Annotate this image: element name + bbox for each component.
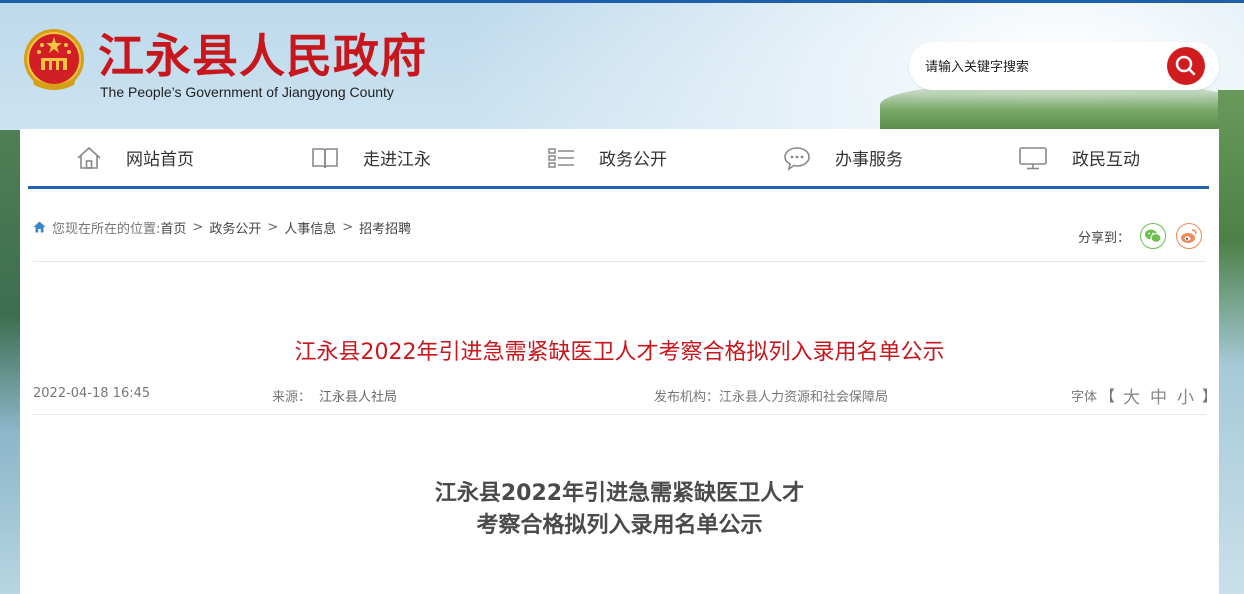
nav-label: 办事服务 <box>835 150 903 170</box>
article-publisher: 发布机构：江永县人力资源和社会保障局 <box>654 386 888 405</box>
breadcrumb-item-home[interactable]: 首页 <box>160 218 186 237</box>
nav-item-services[interactable]: 办事服务 <box>783 129 903 186</box>
chat-icon <box>784 146 810 171</box>
home-icon <box>33 221 46 233</box>
font-size-switcher: 字体 【 大 中 小 】 <box>1071 383 1220 408</box>
home-icon <box>77 146 101 169</box>
breadcrumb-item-gov-affairs[interactable]: 政务公开 <box>209 218 261 237</box>
font-bracket-close: 】 <box>1202 387 1218 405</box>
breadcrumb-separator: > <box>267 219 279 235</box>
background-right-edge <box>1218 90 1244 594</box>
article-title: 江永县2022年引进急需紧缺医卫人才考察合格拟列入录用名单公示 <box>294 340 945 365</box>
nav-item-interaction[interactable]: 政民互动 <box>1018 129 1140 186</box>
breadcrumb-item-recruitment[interactable]: 招考招聘 <box>359 218 411 237</box>
nav-item-home[interactable]: 网站首页 <box>76 129 194 186</box>
share-bar: 分享到： <box>1078 222 1203 250</box>
nav-item-about[interactable]: 走进江永 <box>311 129 431 186</box>
share-weibo-button[interactable] <box>1176 223 1203 249</box>
breadcrumb-separator: > <box>342 219 354 235</box>
search-button[interactable] <box>1167 47 1205 85</box>
divider <box>33 261 1206 262</box>
weibo-icon <box>1181 229 1197 243</box>
site-subtitle: The People’s Government of Jiangyong Cou… <box>100 84 394 100</box>
nav-label: 政民互动 <box>1072 150 1140 170</box>
article-source: 来源： 江永县人社局 <box>272 386 397 405</box>
search-icon <box>1175 55 1196 76</box>
article-date: 2022-04-18 16:45 <box>33 386 151 401</box>
nav-label: 网站首页 <box>126 150 194 170</box>
font-size-label: 字体 <box>1071 390 1098 405</box>
national-emblem-icon <box>20 25 88 95</box>
share-label: 分享到： <box>1078 230 1131 246</box>
share-wechat-button[interactable] <box>1140 223 1167 249</box>
font-bracket-open: 【 <box>1100 387 1116 405</box>
search-input[interactable] <box>923 54 1167 80</box>
book-icon <box>312 147 338 168</box>
content-title: 江永县2022年引进急需紧缺医卫人才 考察合格拟列入录用名单公示 <box>33 478 1206 542</box>
divider <box>33 414 1206 415</box>
content-title-line: 考察合格拟列入录用名单公示 <box>476 513 763 538</box>
nav-label: 走进江永 <box>363 150 431 170</box>
source-value: 江永县人社局 <box>319 390 398 405</box>
main-nav: 网站首页 走进江永 政务公开 办事服务 政民互动 <box>28 129 1209 189</box>
site-title: 江永县人民政府 <box>98 29 427 83</box>
wechat-icon <box>1145 229 1162 243</box>
breadcrumb: 您现在所在的位置: 首页 > 政务公开 > 人事信息 > 招考招聘 <box>33 218 411 237</box>
source-label: 来源： <box>272 390 312 405</box>
breadcrumb-item-personnel[interactable]: 人事信息 <box>284 218 336 237</box>
nav-item-gov-affairs[interactable]: 政务公开 <box>547 129 667 186</box>
monitor-icon <box>1019 146 1047 169</box>
font-size-small[interactable]: 小 <box>1177 383 1194 408</box>
breadcrumb-separator: > <box>192 219 204 235</box>
publisher-value: 江永县人力资源和社会保障局 <box>719 390 889 405</box>
font-size-large[interactable]: 大 <box>1123 383 1140 408</box>
content-title-line: 江永县2022年引进急需紧缺医卫人才 <box>434 481 805 506</box>
breadcrumb-prefix: 您现在所在的位置: <box>52 221 161 237</box>
publisher-label: 发布机构： <box>654 390 720 405</box>
nav-label: 政务公开 <box>599 150 667 170</box>
font-size-medium[interactable]: 中 <box>1150 383 1167 408</box>
background-left-edge <box>0 130 20 594</box>
list-icon <box>548 147 574 168</box>
top-accent-line <box>0 0 1244 3</box>
